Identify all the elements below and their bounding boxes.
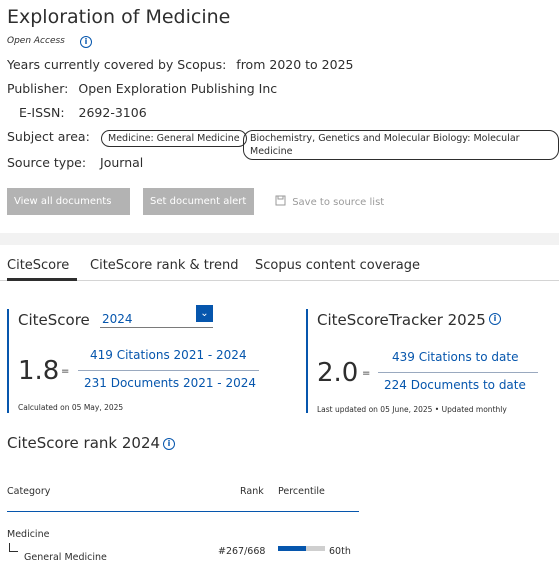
- tracker-citations-link[interactable]: 439 Citations to date: [392, 350, 518, 364]
- years-covered-row: Years currently covered by Scopus: from …: [7, 57, 353, 72]
- eissn-value: 2692-3106: [78, 105, 147, 120]
- percentile-bar: [278, 546, 325, 551]
- citescore-documents-link[interactable]: 231 Documents 2021 - 2024: [84, 376, 256, 390]
- year-select-value: 2024: [102, 312, 133, 326]
- rank-heading: CiteScore rank 2024: [7, 434, 161, 452]
- citescore-fraction-line: [78, 370, 259, 371]
- publisher-label: Publisher:: [7, 81, 69, 96]
- years-label: Years currently covered by Scopus:: [7, 57, 227, 72]
- tracker-heading: CiteScoreTracker 2025: [317, 311, 486, 329]
- rank-value: #267/668: [218, 546, 266, 557]
- source-type-value: Journal: [100, 155, 144, 170]
- chevron-down-icon[interactable]: ⌄: [196, 305, 213, 322]
- rank-category: Medicine: [7, 529, 50, 540]
- publisher-row: Publisher: Open Exploration Publishing I…: [7, 81, 277, 96]
- source-type-row: Source type: Journal: [7, 155, 143, 170]
- tracker-equals: =: [362, 368, 371, 379]
- eissn-row: E-ISSN: 2692-3106: [19, 105, 147, 120]
- save-to-source-list-button[interactable]: Save to source list: [275, 195, 384, 208]
- publisher-value: Open Exploration Publishing Inc: [78, 81, 278, 96]
- tab-citescore-rank-trend[interactable]: CiteScore rank & trend: [90, 258, 238, 273]
- col-category: Category: [7, 486, 51, 497]
- tab-divider: [0, 280, 559, 281]
- percentile-value: 60th: [329, 546, 351, 557]
- tracker-updated-note: Last updated on 05 June, 2025 • Updated …: [317, 405, 507, 414]
- eissn-label: E-ISSN:: [19, 105, 65, 120]
- subject-pill-molecular-medicine[interactable]: Biochemistry, Genetics and Molecular Bio…: [243, 130, 559, 160]
- tab-active-indicator: [7, 278, 77, 281]
- rank-table-header-line: [7, 511, 359, 512]
- tracker-card-bar: [306, 309, 308, 413]
- percentile-bar-fill: [278, 546, 307, 551]
- rank-info-icon[interactable]: i: [163, 438, 175, 450]
- rank-subcategory: General Medicine: [24, 552, 107, 563]
- col-percentile: Percentile: [278, 486, 325, 497]
- citescore-equals: =: [61, 366, 70, 377]
- col-rank: Rank: [240, 486, 264, 497]
- bookmark-icon: [275, 195, 286, 206]
- view-all-documents-label: View all documents: [14, 196, 112, 207]
- tab-scopus-content-coverage[interactable]: Scopus content coverage: [255, 258, 420, 273]
- page-title: Exploration of Medicine: [7, 6, 231, 28]
- subject-area-label: Subject area:: [7, 129, 90, 144]
- tree-branch-icon: [9, 543, 18, 552]
- citescore-citations-link[interactable]: 419 Citations 2021 - 2024: [90, 348, 247, 362]
- info-icon[interactable]: i: [80, 36, 92, 48]
- tracker-info-icon[interactable]: i: [489, 313, 501, 325]
- citescore-calculated-note: Calculated on 05 May, 2025: [18, 403, 124, 412]
- years-value: from 2020 to 2025: [236, 57, 354, 72]
- open-access-label: Open Access: [7, 36, 65, 46]
- tab-citescore[interactable]: CiteScore: [7, 258, 69, 273]
- source-type-label: Source type:: [7, 155, 87, 170]
- section-separator: [0, 233, 559, 245]
- tracker-value: 2.0: [317, 358, 359, 388]
- subject-pill-general-medicine[interactable]: Medicine: General Medicine: [101, 130, 247, 147]
- tracker-fraction-line: [378, 372, 538, 373]
- tracker-documents-link[interactable]: 224 Documents to date: [384, 378, 526, 392]
- citescore-heading: CiteScore: [18, 311, 90, 329]
- open-access-text: Open Access: [7, 36, 65, 46]
- view-all-documents-button[interactable]: View all documents >: [7, 188, 130, 234]
- citescore-value: 1.8: [18, 356, 60, 386]
- citescore-card-bar: [7, 309, 9, 413]
- save-to-source-list-label: Save to source list: [292, 197, 385, 208]
- set-document-alert-button[interactable]: Set document alert: [143, 188, 254, 215]
